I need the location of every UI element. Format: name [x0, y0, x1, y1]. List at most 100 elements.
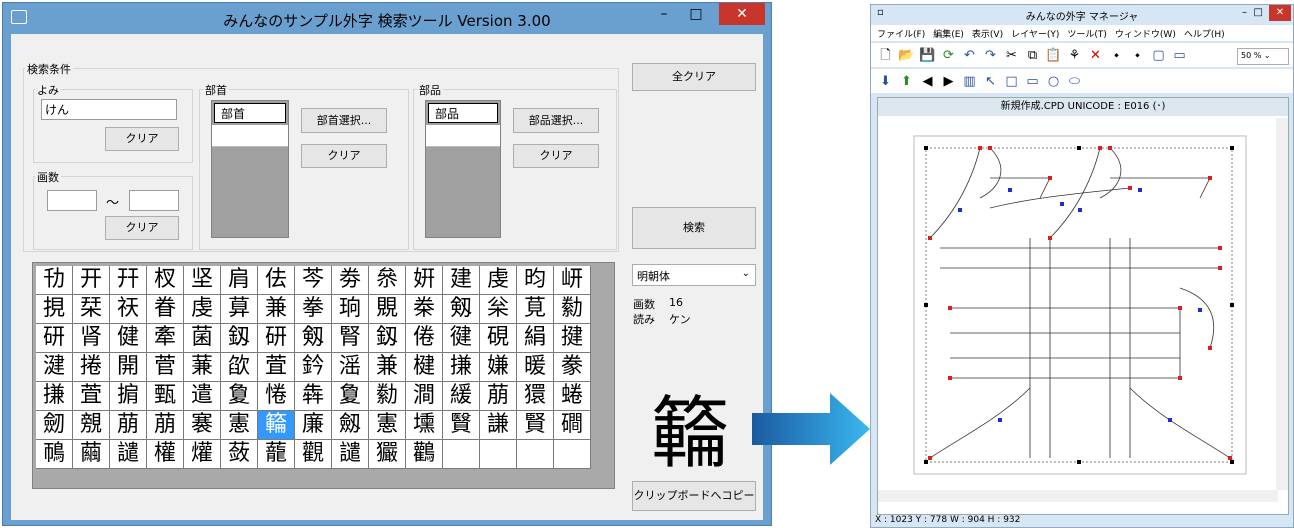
- char-cell[interactable]: 獧: [517, 382, 554, 411]
- all-clear-button[interactable]: 全クリア: [632, 63, 756, 91]
- new-file-icon[interactable]: 🗋: [877, 47, 894, 64]
- char-cell[interactable]: 鈐: [295, 353, 332, 382]
- remove-point-icon[interactable]: ⬩: [1129, 47, 1146, 64]
- char-cell[interactable]: 劒: [36, 411, 73, 440]
- char-cell[interactable]: 夐: [332, 382, 369, 411]
- char-cell[interactable]: 鳾: [36, 440, 73, 469]
- char-cell[interactable]: 萠: [480, 382, 517, 411]
- char-cell[interactable]: 萠: [110, 411, 147, 440]
- circle-icon[interactable]: ○: [1045, 73, 1062, 90]
- char-cell[interactable]: 犇: [295, 382, 332, 411]
- char-cell[interactable]: 劵: [332, 266, 369, 295]
- buhin-clear-button[interactable]: クリア: [513, 144, 599, 168]
- char-cell[interactable]: 覫: [73, 411, 110, 440]
- char-cell[interactable]: 祆: [110, 295, 147, 324]
- char-cell[interactable]: 倦: [406, 324, 443, 353]
- pointer-icon[interactable]: ↖: [982, 73, 999, 90]
- refresh-icon[interactable]: ⟳: [940, 47, 957, 64]
- frame-icon[interactable]: ▢: [1150, 47, 1167, 64]
- rect-icon[interactable]: ▭: [1171, 47, 1188, 64]
- open-folder-icon[interactable]: 📂: [898, 47, 915, 64]
- manager-maximize-icon[interactable]: □: [1254, 7, 1263, 18]
- char-cell[interactable]: 贀: [443, 411, 480, 440]
- char-cell[interactable]: 萓: [73, 382, 110, 411]
- char-cell[interactable]: 搛: [443, 353, 480, 382]
- char-cell[interactable]: 絹: [517, 324, 554, 353]
- menu-item[interactable]: ヘルプ(H): [1184, 30, 1225, 40]
- char-cell[interactable]: 萓: [258, 353, 295, 382]
- char-cell[interactable]: 嫌: [480, 353, 517, 382]
- char-cell[interactable]: 𥶡: [258, 411, 295, 440]
- yomi-input[interactable]: けん: [41, 99, 177, 120]
- char-cell[interactable]: 蒹: [184, 353, 221, 382]
- char-cell[interactable]: 賢: [517, 411, 554, 440]
- kakusu-max-input[interactable]: [129, 190, 179, 211]
- kakusu-clear-button[interactable]: クリア: [105, 216, 179, 240]
- bushu-list[interactable]: 部首: [211, 100, 289, 238]
- char-cell[interactable]: 蔹: [221, 440, 258, 469]
- copy-icon[interactable]: ⧉: [1024, 47, 1041, 64]
- delete-icon[interactable]: ✕: [1087, 47, 1104, 64]
- close-icon[interactable]: ✕: [719, 3, 765, 25]
- char-cell[interactable]: 挸: [36, 295, 73, 324]
- font-select[interactable]: 明朝体 ⌄: [632, 264, 756, 286]
- buhin-select-button[interactable]: 部品選択...: [513, 108, 599, 133]
- char-cell[interactable]: 萠: [147, 411, 184, 440]
- menu-item[interactable]: 編集(E): [933, 30, 964, 40]
- export-icon[interactable]: ⬆: [898, 73, 915, 90]
- char-cell[interactable]: 杈: [147, 266, 184, 295]
- menu-item[interactable]: 表示(V): [972, 30, 1003, 40]
- char-cell-empty[interactable]: [554, 440, 591, 469]
- char-cell[interactable]: 幵: [110, 266, 147, 295]
- char-cell[interactable]: 牽: [147, 324, 184, 353]
- char-cell[interactable]: 謙: [480, 411, 517, 440]
- char-cell[interactable]: 兼: [258, 295, 295, 324]
- kakusu-min-input[interactable]: [47, 190, 97, 211]
- char-cell[interactable]: 甄: [147, 382, 184, 411]
- char-cell[interactable]: 健: [110, 324, 147, 353]
- bushu-clear-button[interactable]: クリア: [301, 144, 387, 168]
- char-cell[interactable]: 搛: [36, 382, 73, 411]
- char-cell[interactable]: 菅: [147, 353, 184, 382]
- char-cell[interactable]: 桊: [406, 295, 443, 324]
- char-cell-empty[interactable]: [480, 440, 517, 469]
- char-cell[interactable]: 姸: [406, 266, 443, 295]
- char-cell[interactable]: 惓: [258, 382, 295, 411]
- buhin-list-item[interactable]: 部品: [428, 103, 498, 123]
- char-cell[interactable]: 莧: [517, 295, 554, 324]
- char-cell[interactable]: 滛: [332, 353, 369, 382]
- char-cell[interactable]: 開: [110, 353, 147, 382]
- char-cell[interactable]: 捲: [73, 353, 110, 382]
- char-cell[interactable]: 建: [443, 266, 480, 295]
- char-cell[interactable]: 萛: [221, 295, 258, 324]
- char-cell[interactable]: 佉: [258, 266, 295, 295]
- char-cell[interactable]: 欿: [221, 353, 258, 382]
- brush-icon[interactable]: ⚘: [1066, 47, 1083, 64]
- char-cell[interactable]: 褰: [184, 411, 221, 440]
- char-cell[interactable]: 㕘: [369, 266, 406, 295]
- menu-item[interactable]: ウィンドウ(W): [1115, 30, 1176, 40]
- char-cell[interactable]: 揵: [554, 324, 591, 353]
- char-cell[interactable]: 芩: [295, 266, 332, 295]
- char-cell[interactable]: 肩: [221, 266, 258, 295]
- char-cell[interactable]: 繭: [73, 440, 110, 469]
- paste-icon[interactable]: 📋: [1045, 47, 1062, 64]
- char-cell[interactable]: 菌: [184, 324, 221, 353]
- char-cell[interactable]: 剱: [443, 295, 480, 324]
- char-cell[interactable]: 廉: [295, 411, 332, 440]
- char-cell[interactable]: 鸛: [406, 440, 443, 469]
- char-cell[interactable]: 觀: [295, 440, 332, 469]
- rectangle-icon[interactable]: ▭: [1024, 73, 1041, 90]
- char-cell[interactable]: 玁: [369, 440, 406, 469]
- char-cell[interactable]: 剱: [295, 324, 332, 353]
- yomi-clear-button[interactable]: クリア: [105, 127, 179, 151]
- char-cell[interactable]: 遣: [184, 382, 221, 411]
- char-cell[interactable]: 虔: [184, 295, 221, 324]
- manager-minimize-icon[interactable]: –: [1242, 7, 1247, 18]
- char-cell[interactable]: 譴: [110, 440, 147, 469]
- panel-icon[interactable]: ▥: [961, 73, 978, 90]
- copy-clipboard-button[interactable]: クリップボードへコピー: [632, 481, 756, 511]
- add-point-icon[interactable]: ⬩: [1108, 47, 1125, 64]
- char-cell[interactable]: 釼: [221, 324, 258, 353]
- char-cell[interactable]: 岍: [554, 266, 591, 295]
